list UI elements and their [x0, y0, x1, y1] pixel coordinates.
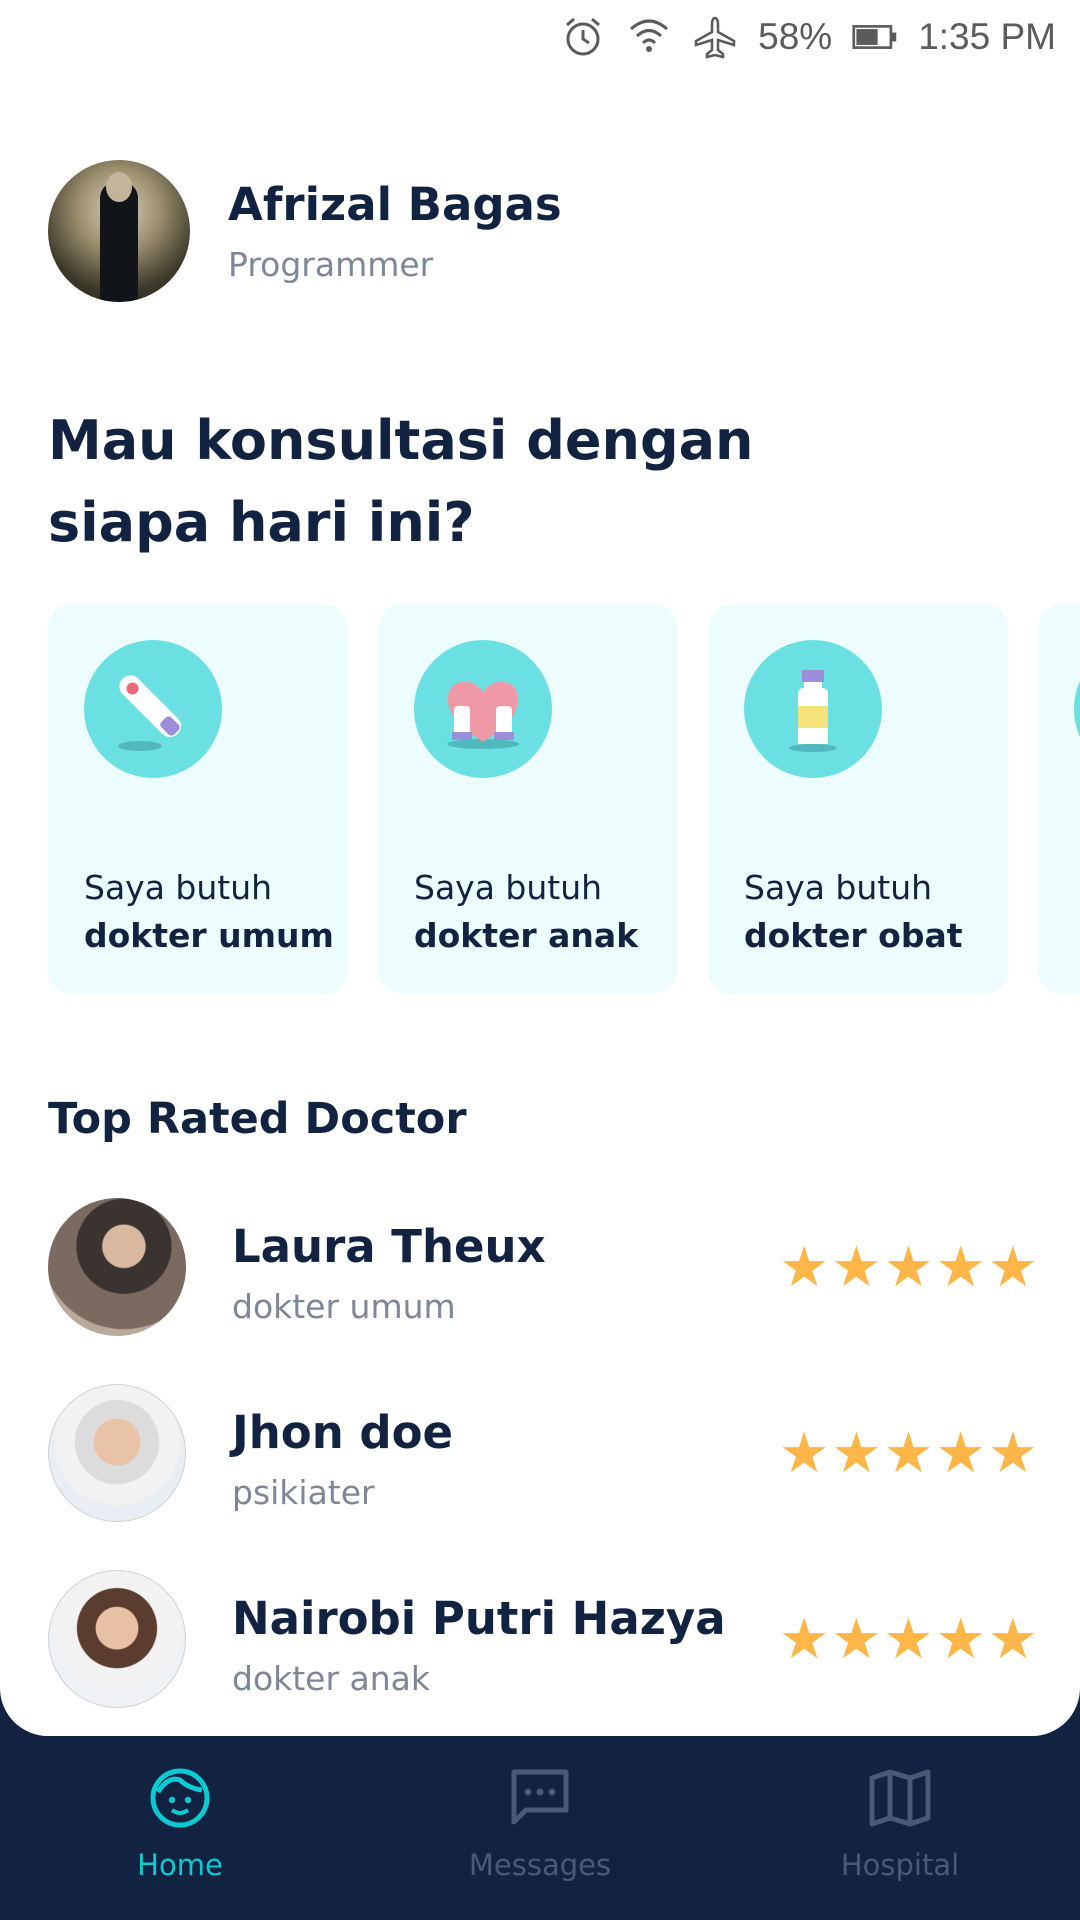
star-icon: ★	[778, 1235, 830, 1300]
doctor-avatar	[48, 1384, 186, 1522]
star-icon: ★	[831, 1421, 882, 1486]
doctor-name: Nairobi Putri Hazya	[232, 1592, 726, 1645]
message-icon	[511, 1769, 569, 1825]
category-label: Saya butuh	[84, 868, 273, 907]
top-rated-title: Top Rated Doctor	[48, 1094, 467, 1144]
rating-stars: ★ ★ ★ ★ ★	[779, 1612, 1038, 1668]
doctor-category: dokter anak	[232, 1659, 431, 1698]
star-icon: ★	[778, 1421, 830, 1486]
user-name: Afrizal Bagas	[228, 178, 562, 231]
category-label: Saya butuh	[414, 868, 603, 907]
category-name: dokter anak	[414, 916, 639, 955]
status-time: 1:35 PM	[918, 16, 1056, 57]
category-card-partial[interactable]	[1038, 604, 1080, 994]
doctor-category: dokter umum	[232, 1287, 456, 1326]
medicine-bottle-icon	[744, 640, 882, 778]
nav-home[interactable]: Home	[0, 1736, 360, 1920]
doctor-face-icon	[150, 1768, 210, 1828]
doctor-row-jhon-doe[interactable]: Jhon doe psikiater ★ ★ ★ ★ ★	[48, 1384, 1038, 1570]
nav-messages-label: Messages	[468, 1848, 612, 1882]
category-card-dokter-obat[interactable]: Saya butuh dokter obat	[708, 604, 1008, 994]
doctor-name: Laura Theux	[232, 1220, 546, 1273]
map-icon	[869, 1769, 931, 1827]
wifi-icon	[626, 14, 672, 60]
category-label: Saya butuh	[744, 868, 933, 907]
rating-stars: ★ ★ ★ ★ ★	[779, 1426, 1038, 1482]
page-title: Mau konsultasi dengan siapa hari ini?	[48, 400, 768, 564]
category-card-dokter-anak[interactable]: Saya butuh dokter anak	[378, 604, 678, 994]
nav-messages[interactable]: Messages	[360, 1736, 720, 1920]
battery-percent: 58%	[758, 16, 833, 57]
star-icon: ★	[778, 1607, 830, 1672]
doctor-avatar	[48, 1570, 186, 1708]
star-icon: ★	[831, 1235, 882, 1300]
airplane-icon	[692, 14, 738, 60]
bottom-navigation: Home Messages Hospital	[0, 1736, 1080, 1920]
star-icon: ★	[987, 1607, 1038, 1672]
star-icon: ★	[987, 1235, 1038, 1300]
doctor-category: psikiater	[232, 1473, 375, 1512]
user-profile[interactable]: Afrizal Bagas Programmer	[48, 160, 562, 302]
star-icon: ★	[831, 1607, 882, 1672]
user-job: Programmer	[228, 245, 434, 284]
home-screen: 58% 1:35 PM Afrizal Bagas Programmer Mau…	[0, 0, 1080, 1736]
doctor-row-laura-theux[interactable]: Laura Theux dokter umum ★ ★ ★ ★ ★	[48, 1198, 1038, 1384]
doctor-category-list[interactable]: Saya butuh dokter umum Saya butuh dokter…	[48, 604, 1080, 994]
star-icon: ★	[883, 1607, 934, 1672]
rating-stars: ★ ★ ★ ★ ★	[779, 1240, 1038, 1296]
star-icon: ★	[883, 1235, 934, 1300]
nav-hospital-label: Hospital	[840, 1848, 960, 1882]
category-name: dokter umum	[84, 916, 334, 955]
doctor-avatar	[48, 1198, 186, 1336]
star-icon: ★	[935, 1607, 986, 1672]
headline-line-2: siapa hari ini?	[48, 491, 475, 554]
category-card-dokter-umum[interactable]: Saya butuh dokter umum	[48, 604, 348, 994]
nav-home-label: Home	[137, 1848, 223, 1882]
alarm-icon	[560, 14, 606, 60]
star-icon: ★	[935, 1235, 986, 1300]
category-icon	[1074, 640, 1080, 778]
star-icon: ★	[935, 1421, 986, 1486]
star-icon: ★	[987, 1421, 1038, 1486]
doctor-row-nairobi-putri-hazya[interactable]: Nairobi Putri Hazya dokter anak ★ ★ ★ ★ ★	[48, 1570, 1038, 1736]
headline-line-1: Mau konsultasi dengan	[48, 409, 754, 472]
user-avatar[interactable]	[48, 160, 190, 302]
status-bar: 58% 1:35 PM	[0, 0, 1080, 74]
top-rated-doctor-list: Laura Theux dokter umum ★ ★ ★ ★ ★ Jhon doe p…	[48, 1198, 1038, 1736]
heart-hands-icon	[414, 640, 552, 778]
star-icon: ★	[883, 1421, 934, 1486]
thermometer-icon	[84, 640, 222, 778]
category-name: dokter obat	[744, 916, 963, 955]
nav-hospital[interactable]: Hospital	[720, 1736, 1080, 1920]
battery-icon	[852, 14, 898, 60]
doctor-name: Jhon doe	[232, 1406, 454, 1459]
